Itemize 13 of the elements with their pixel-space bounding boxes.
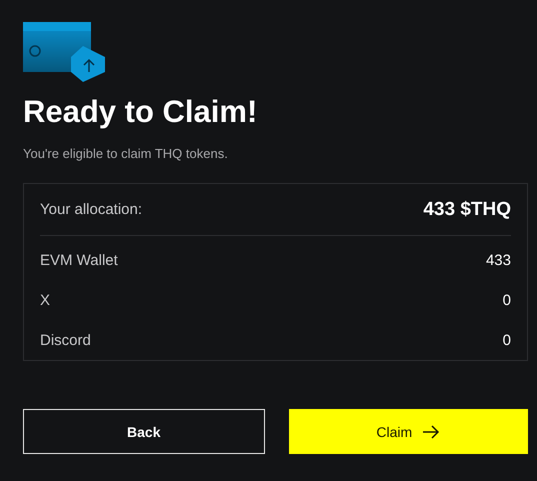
title: Ready to Claim! [23, 93, 258, 131]
claim-button[interactable]: Claim [288, 409, 528, 454]
allocation-label: Your allocation: [40, 201, 142, 218]
source-value: 433 [486, 252, 511, 268]
source-value: 0 [502, 332, 511, 348]
allocation-value: 433 $THQ [423, 198, 511, 220]
arrow-right-icon [422, 424, 440, 438]
source-label: EVM Wallet [40, 252, 118, 268]
source-label: X [40, 292, 50, 308]
subtitle: You're eligible to claim THQ tokens. [23, 146, 229, 161]
source-label: Discord [40, 332, 91, 348]
back-button[interactable]: Back [23, 409, 264, 454]
source-value: 0 [502, 292, 511, 308]
